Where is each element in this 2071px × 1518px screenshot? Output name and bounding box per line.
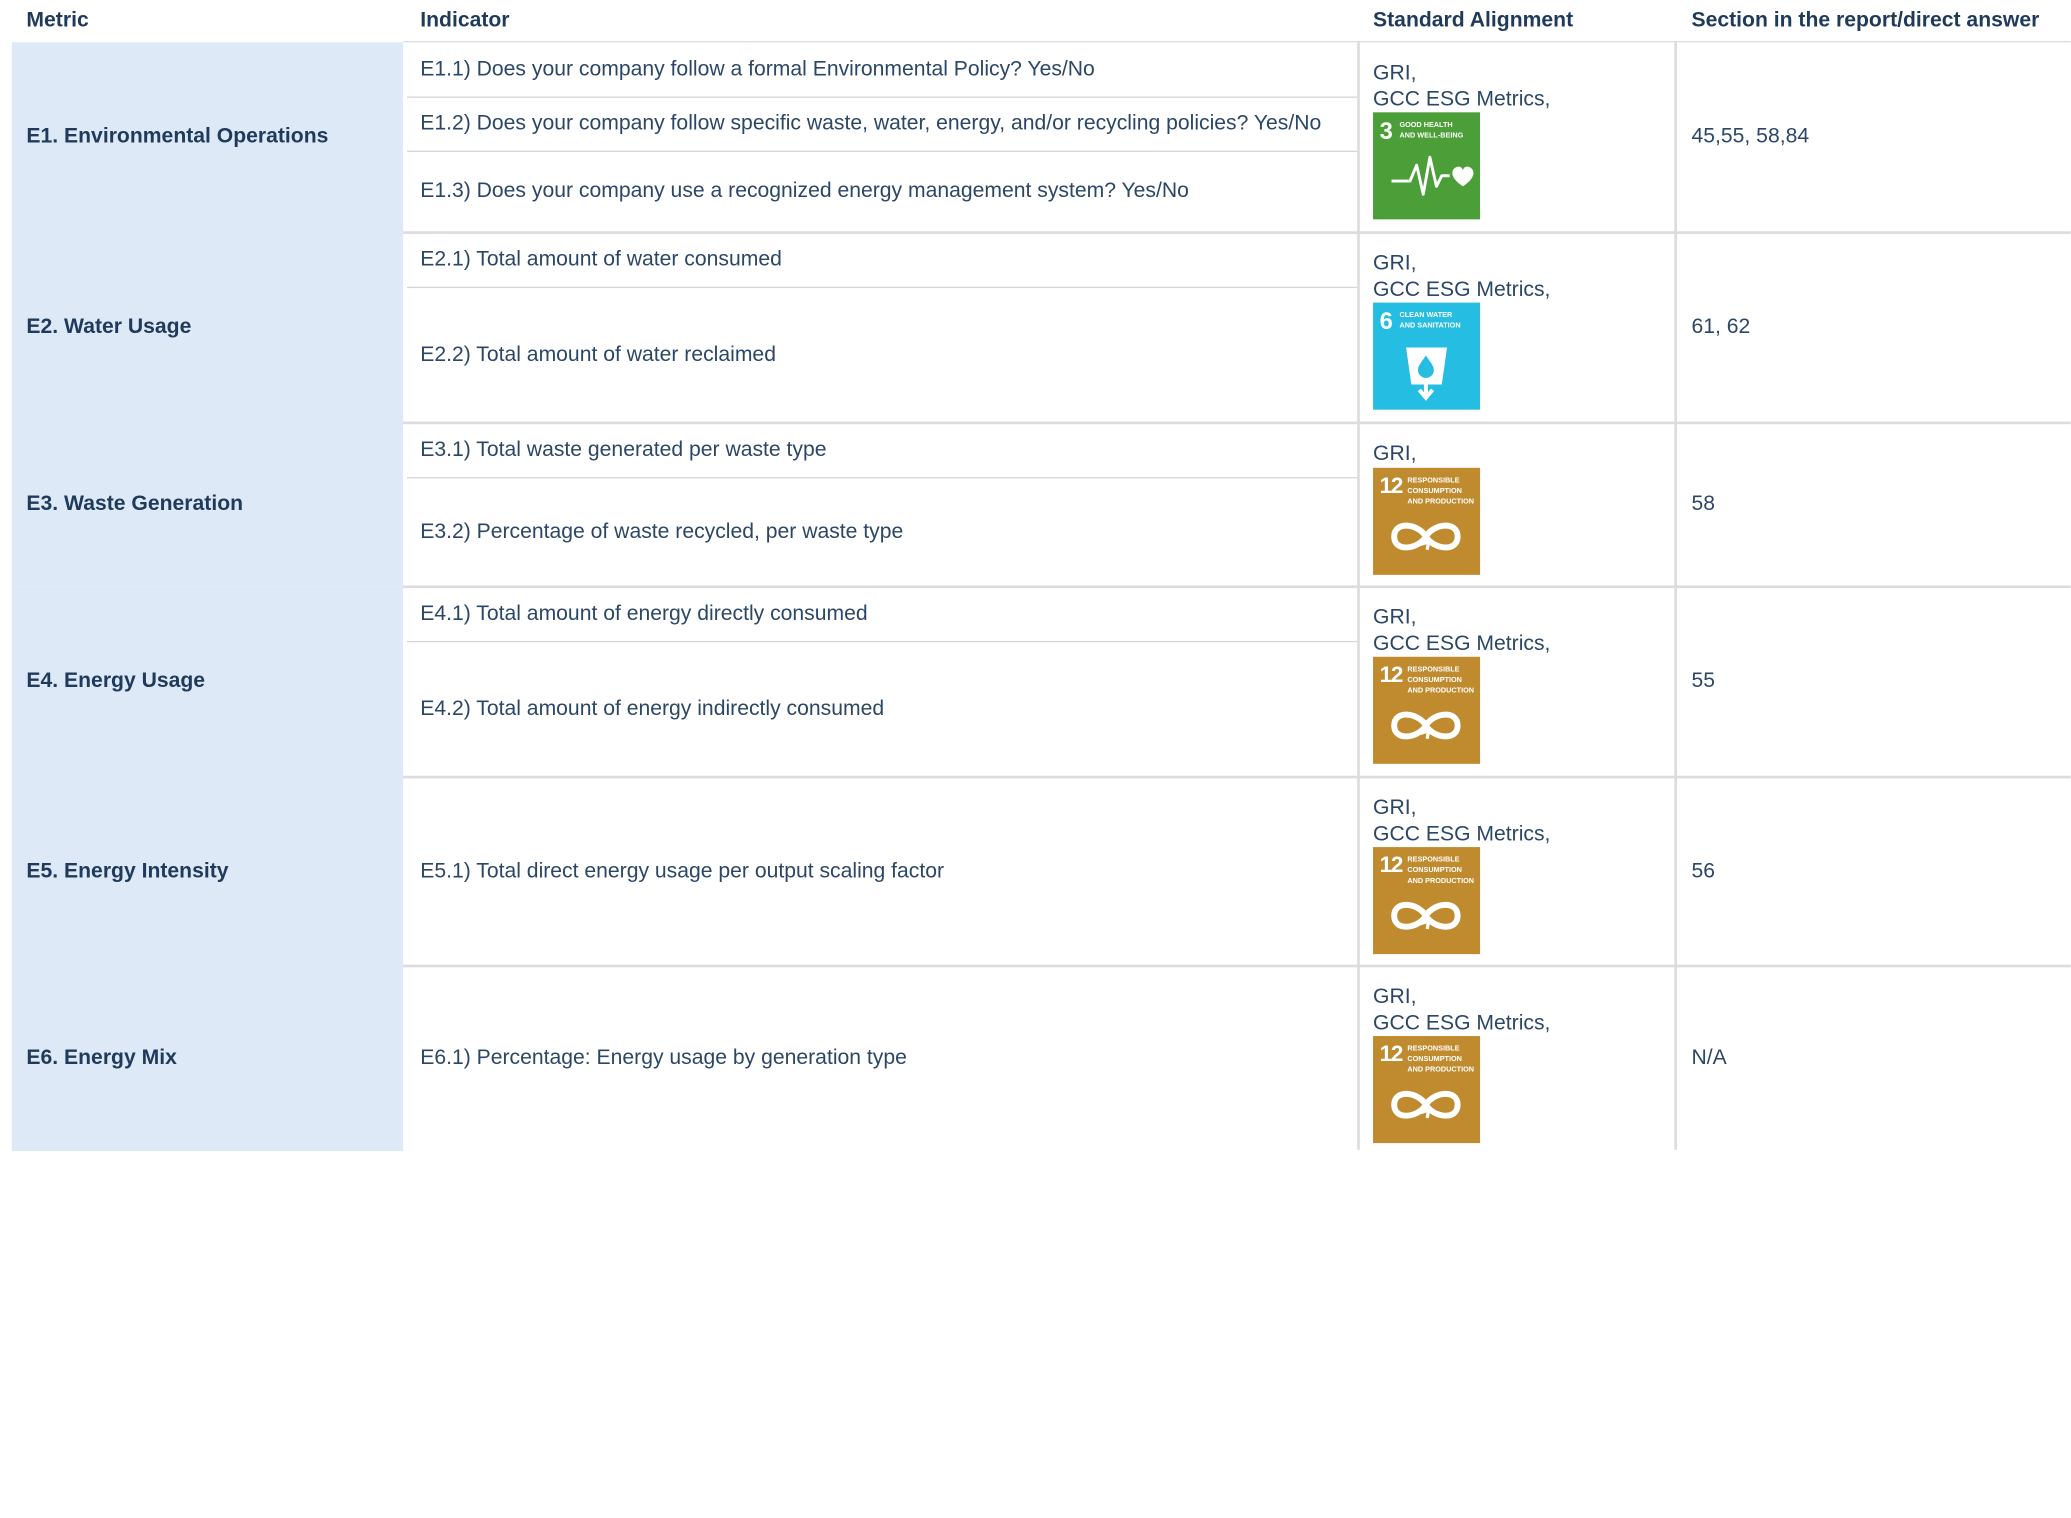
section-value: 56 bbox=[1691, 859, 1716, 883]
sdg-goal-badge: 12 RESPONSIBLE CONSUMPTION AND PRODUCTION bbox=[1373, 1036, 1481, 1144]
header-section: Section in the report/direct answer bbox=[1691, 9, 2040, 32]
section-cell: 58 bbox=[1678, 423, 2070, 587]
column-divider bbox=[1357, 42, 1360, 1150]
indicator-text: E3.2) Percentage of waste recycled, per … bbox=[420, 520, 904, 543]
standard-text: GRI, GCC ESG Metrics, bbox=[1373, 252, 1551, 301]
metric-cell: E1. Environmental Operations bbox=[11, 42, 404, 233]
standard-alignment-cell: GRI, GCC ESG Metrics, 12 RESPONSIBLE CONSU… bbox=[1360, 587, 1675, 777]
header-metric: Metric bbox=[26, 9, 89, 32]
metric-cell: E3. Waste Generation bbox=[11, 422, 404, 587]
section-value: N/A bbox=[1691, 1046, 1727, 1070]
standard-text: GRI, bbox=[1373, 442, 1417, 466]
header-indicator: Indicator bbox=[420, 9, 510, 32]
sdg-caption: RESPONSIBLE CONSUMPTION AND PRODUCTION bbox=[1407, 476, 1475, 506]
sdg-number: 6 bbox=[1379, 307, 1393, 335]
standard-alignment-cell: GRI, GCC ESG Metrics, 6 CLEAN WATER AND SA… bbox=[1360, 233, 1675, 423]
metric-label: E1. Environmental Operations bbox=[26, 125, 329, 149]
standard-text: GRI, GCC ESG Metrics, bbox=[1373, 62, 1551, 111]
sdg-number: 12 bbox=[1379, 662, 1404, 688]
sdg-caption: RESPONSIBLE CONSUMPTION AND PRODUCTION bbox=[1407, 666, 1475, 696]
metric-label: E2. Water Usage bbox=[26, 315, 192, 339]
indicator-text: E1.3) Does your company use a recognized… bbox=[420, 179, 1189, 203]
standard-text: GRI, GCC ESG Metrics, bbox=[1373, 985, 1551, 1035]
row-divider bbox=[403, 231, 2071, 234]
section-value: 58 bbox=[1691, 492, 1716, 516]
indicator-text: E1.2) Does your company follow specific … bbox=[420, 111, 1322, 135]
sdg-number: 3 bbox=[1379, 117, 1393, 145]
section-value: 61, 62 bbox=[1691, 315, 1751, 339]
sdg-goal-badge: 6 CLEAN WATER AND SANITATION bbox=[1373, 302, 1481, 410]
row-divider bbox=[403, 421, 2071, 425]
indicator-text: E2.2) Total amount of water reclaimed bbox=[420, 342, 776, 366]
column-divider bbox=[1674, 42, 1677, 1150]
metric-label: E4. Energy Usage bbox=[26, 670, 206, 693]
indicator-text: E1.1) Does your company follow a formal … bbox=[420, 57, 1095, 80]
standard-text: GRI, GCC ESG Metrics, bbox=[1373, 606, 1551, 655]
indicator-cell: E4.1) Total amount of energy directly co… bbox=[407, 587, 1358, 777]
section-value: 45,55, 58,84 bbox=[1691, 125, 1810, 149]
header-standard-alignment: Standard Alignment bbox=[1373, 9, 1574, 32]
esg-metrics-table: Metric Indicator Standard Alignment Sect… bbox=[0, 0, 2071, 1518]
metric-label: E3. Waste Generation bbox=[26, 492, 244, 516]
indicator-text: E2.1) Total amount of water consumed bbox=[420, 247, 782, 271]
sdg-number: 12 bbox=[1379, 1041, 1404, 1067]
section-cell: 61, 62 bbox=[1678, 233, 2070, 423]
metric-cell: E4. Energy Usage bbox=[11, 586, 404, 778]
sdg-goal-badge: 12 RESPONSIBLE CONSUMPTION AND PRODUCTION bbox=[1373, 847, 1481, 955]
section-cell: 45,55, 58,84 bbox=[1678, 42, 2070, 232]
metric-cell: E6. Energy Mix bbox=[11, 966, 404, 1152]
metric-label: E5. Energy Intensity bbox=[26, 859, 229, 883]
indicator-cell: E6.1) Percentage: Energy usage by genera… bbox=[407, 966, 1357, 1151]
row-divider bbox=[403, 775, 2071, 779]
sdg-goal-badge: 12 RESPONSIBLE CONSUMPTION AND PRODUCTION bbox=[1373, 656, 1481, 764]
sdg-number: 12 bbox=[1379, 852, 1404, 878]
indicator-cell: E2.1) Total amount of water consumed E2.2… bbox=[407, 233, 1358, 423]
section-cell: 56 bbox=[1678, 777, 2070, 966]
standard-alignment-cell: GRI, GCC ESG Metrics, 3 GOOD HEALTH AND WE… bbox=[1360, 42, 1675, 232]
section-cell: 55 bbox=[1678, 587, 2070, 777]
metric-cell: E5. Energy Intensity bbox=[11, 777, 404, 967]
standard-alignment-cell: GRI, GCC ESG Metrics, 12 RESPONSIBLE CONSU… bbox=[1360, 777, 1675, 966]
sdg-caption: RESPONSIBLE CONSUMPTION AND PRODUCTION bbox=[1407, 1045, 1475, 1075]
indicator-cell: E5.1) Total direct energy usage per outp… bbox=[407, 777, 1357, 966]
sdg-caption: GOOD HEALTH AND WELL-BEING bbox=[1399, 121, 1464, 141]
sdg-goal-badge: 12 RESPONSIBLE CONSUMPTION AND PRODUCTION bbox=[1373, 467, 1481, 575]
header-divider bbox=[403, 40, 2071, 43]
metric-label: E6. Energy Mix bbox=[26, 1046, 177, 1070]
indicator-text: E4.2) Total amount of energy indirectly … bbox=[420, 697, 885, 720]
indicator-text: E3.1) Total waste generated per waste ty… bbox=[420, 438, 827, 461]
metric-cell: E2. Water Usage bbox=[11, 232, 404, 423]
section-cell: N/A bbox=[1678, 966, 2070, 1151]
sdg-caption: RESPONSIBLE CONSUMPTION AND PRODUCTION bbox=[1407, 856, 1475, 886]
sdg-number: 12 bbox=[1379, 472, 1404, 498]
indicator-cell: E1.1) Does your company follow a formal … bbox=[407, 42, 1358, 232]
indicator-text: E6.1) Percentage: Energy usage by genera… bbox=[420, 1046, 907, 1070]
sdg-goal-badge: 3 GOOD HEALTH AND WELL-BEING bbox=[1373, 112, 1481, 220]
indicator-cell: E3.1) Total waste generated per waste ty… bbox=[407, 423, 1358, 587]
indicator-text: E5.1) Total direct energy usage per outp… bbox=[420, 859, 945, 883]
row-divider bbox=[403, 585, 2071, 589]
row-divider bbox=[403, 964, 2071, 968]
sdg-caption: CLEAN WATER AND SANITATION bbox=[1399, 311, 1461, 331]
standard-text: GRI, GCC ESG Metrics, bbox=[1373, 796, 1551, 846]
standard-alignment-cell: GRI, 12 RESPONSIBLE CONSUMPTION AND PRODUC… bbox=[1360, 423, 1675, 587]
section-value: 55 bbox=[1691, 670, 1716, 693]
standard-alignment-cell: GRI, GCC ESG Metrics, 12 RESPONSIBLE CONSU… bbox=[1360, 966, 1675, 1151]
indicator-text: E4.1) Total amount of energy directly co… bbox=[420, 601, 868, 625]
